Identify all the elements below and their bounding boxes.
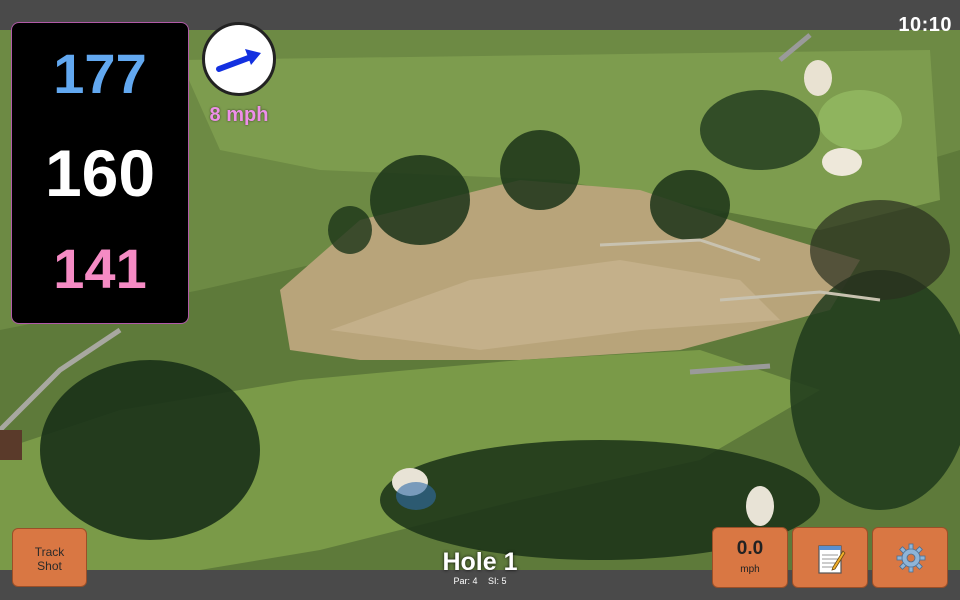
track-shot-button[interactable]: Track Shot [12,528,87,587]
wind-indicator [202,22,276,96]
track-shot-label-line1: Track [34,545,65,559]
speed-button[interactable]: 0.0 mph [712,527,788,588]
speed-unit: mph [740,564,760,575]
hole-par: Par: 4 [453,576,478,586]
speed-value: 0.0 [736,538,764,559]
status-clock: 10:10 [898,14,952,36]
front-of-green-yardage: 141 [53,237,147,300]
notepad-icon [818,545,846,574]
gear-icon [896,543,926,573]
hole-info: Par: 4 SI: 5 [380,576,580,586]
notes-button[interactable] [792,527,868,588]
yardage-panel: 177 160 141 [11,22,189,324]
middle-of-green-yardage: 160 [44,136,156,210]
wind-speed-label: 8 mph [209,104,269,126]
hole-stroke-index: SI: 5 [488,576,507,586]
back-of-green-yardage: 177 [53,42,147,105]
wind-direction-arrow-icon [216,49,261,72]
track-shot-label-line2: Shot [37,559,62,573]
settings-button[interactable] [872,527,948,588]
hole-title[interactable]: Hole 1 [380,548,580,577]
